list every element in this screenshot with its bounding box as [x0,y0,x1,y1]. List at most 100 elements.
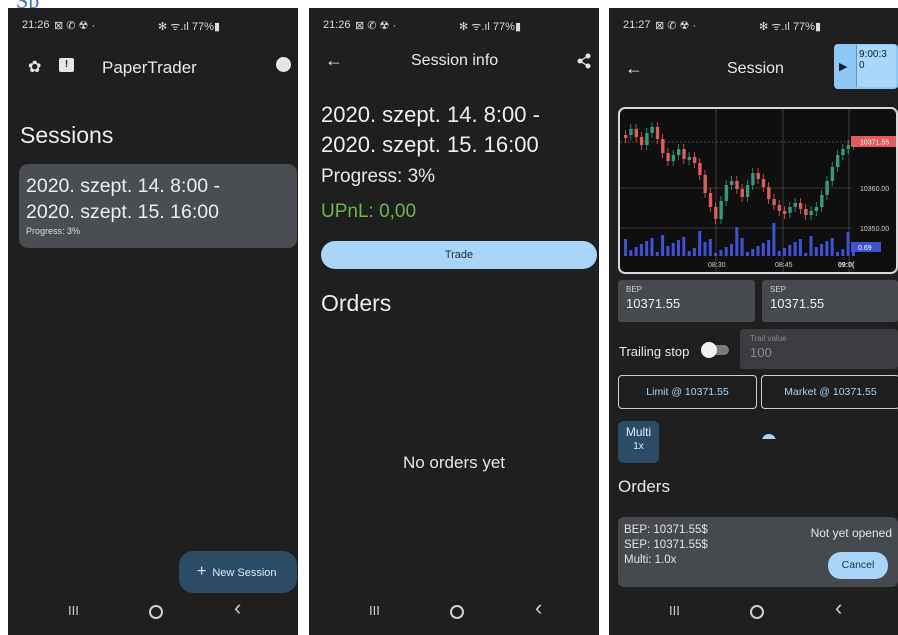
candle [761,179,766,187]
back-nav-icon[interactable]: ‹ [535,595,542,621]
candle [798,203,803,209]
candlestick-chart[interactable]: 10371.55 10360.00 10350.00 0.69 08:30 08… [620,109,896,272]
candle [687,157,691,160]
candle [677,149,681,155]
system-nav-bar: III ‹ [309,589,599,635]
trade-button[interactable]: Trade [321,241,597,269]
volume-label: 0.69 [858,245,872,252]
back-arrow-icon[interactable]: ← [625,58,643,79]
volume-bar [777,251,781,256]
back-nav-icon[interactable]: ‹ [835,595,842,621]
gear-icon[interactable]: ✿ [28,57,41,77]
volume-bar [703,242,707,256]
feedback-icon[interactable]: ! [59,58,74,72]
trail-value-field[interactable]: Trail value 100 [740,329,898,369]
page-title: Session [727,60,784,77]
status-bar: 21:26 ⊠ ✆ ☢ · ✻ ᯤ.ıl 77%▮ [309,8,599,42]
candle [804,209,808,215]
volume-bar [629,250,633,256]
multiplier-slider[interactable] [673,433,887,439]
price-label: 10371.55 [860,140,889,147]
market-order-button[interactable]: Market @ 10371.55 [761,375,898,409]
play-icon[interactable]: ▶ [839,60,847,73]
volume-bar [836,252,839,256]
account-icon[interactable] [276,57,291,72]
time-label: 08:45 [775,262,793,269]
recents-icon[interactable]: III [669,603,680,618]
volume-bar [698,231,702,256]
trailing-stop-label: Trailing stop [619,344,690,359]
candle [772,199,776,205]
slider-thumb[interactable] [762,434,776,439]
status-time: 21:27 [623,19,651,31]
empty-orders-message: No orders yet [402,453,506,472]
candle [703,175,707,193]
candle [830,167,835,181]
volume-bar [650,238,654,256]
candle [820,195,824,207]
time-label: 08:30 [708,262,726,269]
candle [724,185,729,201]
candle [682,149,686,159]
session-start: 2020. szept. 14. 8:00 - [26,175,221,197]
candle [767,187,771,199]
time-label: 09:0( [838,262,855,269]
playback-time-line2: 0 [859,60,865,71]
volume-bar [761,243,765,256]
volume-bar [820,244,824,256]
candle [714,207,718,219]
multi-badge: Multi 1x [618,421,659,463]
volume-bar [804,253,808,256]
new-session-button[interactable]: + New Session [179,551,297,593]
candle [809,211,813,215]
home-icon[interactable] [750,605,764,619]
plus-icon: + [197,563,207,580]
volume-bar [809,236,813,256]
status-bar: 21:26 ⊠ ✆ ☢ · ✻ ᯤ.ıl 77%▮ [8,8,298,42]
volume-bar [661,235,665,256]
session-start: 2020. szept. 14. 8:00 - [321,102,540,127]
volume-bar [724,247,728,256]
volume-bar [841,249,845,256]
volume-bar [655,252,659,256]
volume-bar [767,240,771,256]
orders-heading: Orders [321,290,392,316]
multi-label: Multi [625,425,652,439]
trailing-stop-toggle[interactable] [701,342,729,358]
session-info-screen: 21:26 ⊠ ✆ ☢ · ✻ ᯤ.ıl 77%▮ ← Session info… [309,8,599,635]
session-card[interactable]: 2020. szept. 14. 8:00 - 2020. szept. 15.… [19,164,297,248]
orders-heading: Orders [618,477,670,496]
recents-icon[interactable]: III [369,603,380,618]
session-end: 2020. szept. 15. 16:00 [321,132,539,157]
cancel-order-button[interactable]: Cancel [828,552,888,579]
volume-bar [830,238,834,256]
bep-label: BEP [626,285,643,294]
volume-bar [814,247,818,256]
volume-bar [719,250,723,256]
status-notification-icons: ⊠ ✆ ☢ · [54,20,96,32]
volume-bar [692,248,696,256]
back-arrow-icon[interactable]: ← [325,50,343,71]
recents-icon[interactable]: III [68,603,79,618]
candle [793,203,797,207]
sep-field[interactable]: SEP 10371.55 [762,280,898,322]
home-icon[interactable] [450,605,464,619]
system-nav-bar: III ‹ [609,589,898,635]
volume-bar [735,227,739,256]
volume-bar [793,242,797,256]
bep-field[interactable]: BEP 10371.55 [618,280,755,322]
candle [740,189,744,197]
volume-bar [671,243,675,256]
home-icon[interactable] [149,605,163,619]
limit-order-button[interactable]: Limit @ 10371.55 [618,375,757,409]
back-nav-icon[interactable]: ‹ [234,595,241,621]
volume-bar [682,237,686,256]
playback-control[interactable]: ▶ 9:00:3 0 [834,44,898,89]
candle [661,139,665,153]
share-icon[interactable] [577,53,591,69]
candle [751,173,755,185]
session-dates: 2020. szept. 14. 8:00 - 2020. szept. 15.… [321,100,540,160]
upnl-value: UPnL: 0,00 [321,201,417,222]
volume-bar [825,241,829,256]
price-chart[interactable]: 10371.55 10360.00 10350.00 0.69 08:30 08… [618,107,898,274]
